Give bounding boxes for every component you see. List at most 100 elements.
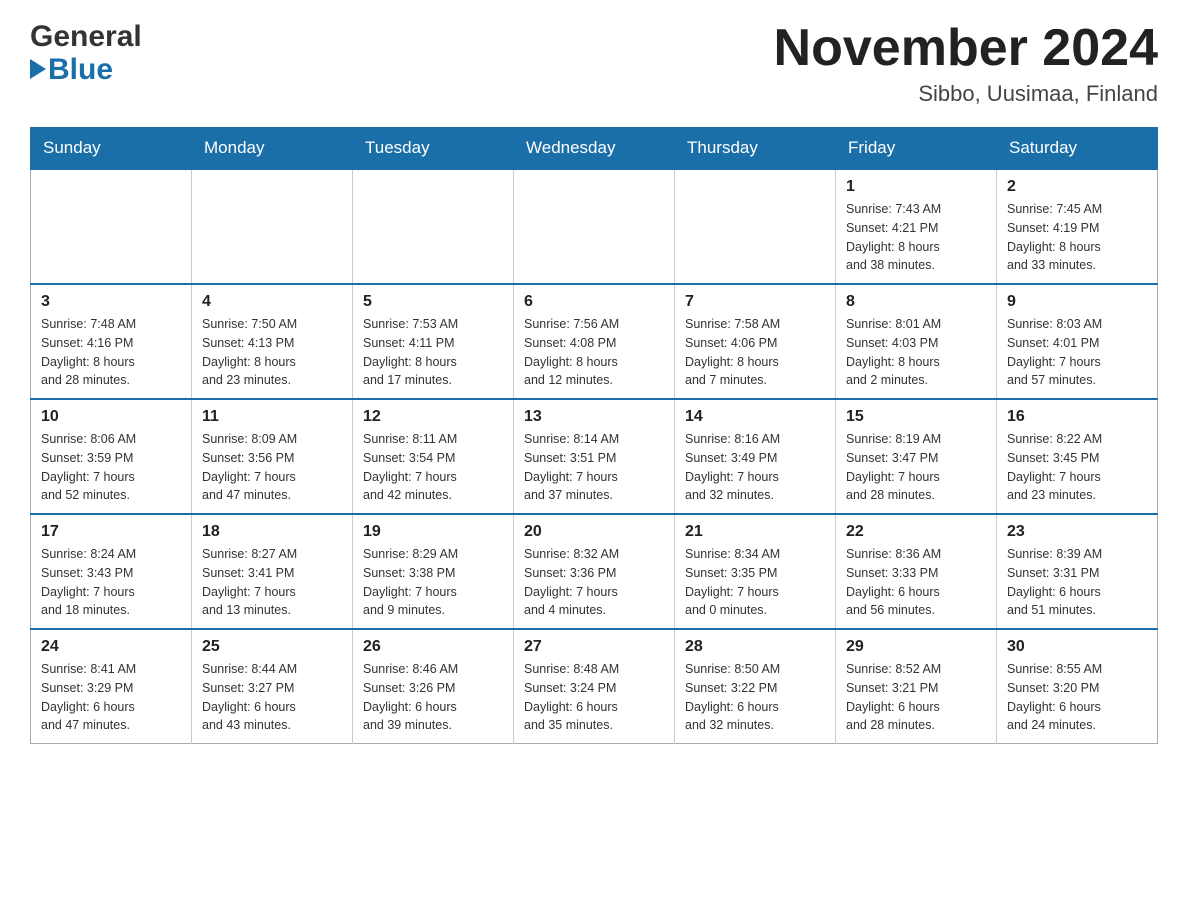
day-info: Sunrise: 7:58 AM Sunset: 4:06 PM Dayligh… bbox=[685, 315, 825, 390]
calendar-cell: 9 Sunrise: 8:03 AM Sunset: 4:01 PM Daylig… bbox=[997, 284, 1158, 399]
day-info: Sunrise: 7:48 AM Sunset: 4:16 PM Dayligh… bbox=[41, 315, 181, 390]
calendar-table: SundayMondayTuesdayWednesdayThursdayFrid… bbox=[30, 127, 1158, 744]
logo: General Blue bbox=[30, 20, 142, 86]
day-number: 21 bbox=[685, 523, 825, 541]
title-area: November 2024 Sibbo, Uusimaa, Finland bbox=[774, 20, 1158, 107]
day-number: 5 bbox=[363, 293, 503, 311]
weekday-header-friday: Friday bbox=[836, 128, 997, 170]
day-number: 28 bbox=[685, 638, 825, 656]
day-info: Sunrise: 8:39 AM Sunset: 3:31 PM Dayligh… bbox=[1007, 545, 1147, 620]
day-number: 9 bbox=[1007, 293, 1147, 311]
weekday-header-saturday: Saturday bbox=[997, 128, 1158, 170]
day-number: 14 bbox=[685, 408, 825, 426]
logo-chevron-icon bbox=[30, 59, 46, 79]
day-info: Sunrise: 7:45 AM Sunset: 4:19 PM Dayligh… bbox=[1007, 200, 1147, 275]
calendar-cell: 30Sunrise: 8:55 AM Sunset: 3:20 PM Dayli… bbox=[997, 629, 1158, 744]
calendar-cell: 16 Sunrise: 8:22 AM Sunset: 3:45 PM Dayli… bbox=[997, 399, 1158, 514]
calendar-cell: 3 Sunrise: 7:48 AM Sunset: 4:16 PM Daylig… bbox=[31, 284, 192, 399]
calendar-cell: 10Sunrise: 8:06 AM Sunset: 3:59 PM Dayli… bbox=[31, 399, 192, 514]
calendar-cell: 17Sunrise: 8:24 AM Sunset: 3:43 PM Dayli… bbox=[31, 514, 192, 629]
calendar-week-row: 10Sunrise: 8:06 AM Sunset: 3:59 PM Dayli… bbox=[31, 399, 1158, 514]
calendar-cell: 26 Sunrise: 8:46 AM Sunset: 3:26 PM Dayli… bbox=[353, 629, 514, 744]
calendar-cell bbox=[353, 169, 514, 284]
calendar-cell: 25 Sunrise: 8:44 AM Sunset: 3:27 PM Dayli… bbox=[192, 629, 353, 744]
day-number: 25 bbox=[202, 638, 342, 656]
logo-blue: Blue bbox=[30, 53, 142, 86]
calendar-cell: 24Sunrise: 8:41 AM Sunset: 3:29 PM Dayli… bbox=[31, 629, 192, 744]
day-info: Sunrise: 8:41 AM Sunset: 3:29 PM Dayligh… bbox=[41, 660, 181, 735]
weekday-header-row: SundayMondayTuesdayWednesdayThursdayFrid… bbox=[31, 128, 1158, 170]
calendar-cell: 14 Sunrise: 8:16 AM Sunset: 3:49 PM Dayli… bbox=[675, 399, 836, 514]
day-info: Sunrise: 8:22 AM Sunset: 3:45 PM Dayligh… bbox=[1007, 430, 1147, 505]
day-info: Sunrise: 8:03 AM Sunset: 4:01 PM Dayligh… bbox=[1007, 315, 1147, 390]
day-number: 16 bbox=[1007, 408, 1147, 426]
day-info: Sunrise: 8:32 AM Sunset: 3:36 PM Dayligh… bbox=[524, 545, 664, 620]
day-number: 26 bbox=[363, 638, 503, 656]
day-info: Sunrise: 8:01 AM Sunset: 4:03 PM Dayligh… bbox=[846, 315, 986, 390]
calendar-week-row: 3 Sunrise: 7:48 AM Sunset: 4:16 PM Daylig… bbox=[31, 284, 1158, 399]
day-info: Sunrise: 8:44 AM Sunset: 3:27 PM Dayligh… bbox=[202, 660, 342, 735]
calendar-week-row: 17Sunrise: 8:24 AM Sunset: 3:43 PM Dayli… bbox=[31, 514, 1158, 629]
calendar-cell: 19Sunrise: 8:29 AM Sunset: 3:38 PM Dayli… bbox=[353, 514, 514, 629]
day-number: 6 bbox=[524, 293, 664, 311]
day-number: 29 bbox=[846, 638, 986, 656]
day-number: 8 bbox=[846, 293, 986, 311]
calendar-cell: 4 Sunrise: 7:50 AM Sunset: 4:13 PM Daylig… bbox=[192, 284, 353, 399]
day-number: 1 bbox=[846, 178, 986, 196]
day-number: 2 bbox=[1007, 178, 1147, 196]
calendar-cell bbox=[514, 169, 675, 284]
calendar-cell: 1 Sunrise: 7:43 AM Sunset: 4:21 PM Daylig… bbox=[836, 169, 997, 284]
calendar-cell: 20 Sunrise: 8:32 AM Sunset: 3:36 PM Dayli… bbox=[514, 514, 675, 629]
page-header: General Blue November 2024 Sibbo, Uusima… bbox=[30, 20, 1158, 107]
day-number: 18 bbox=[202, 523, 342, 541]
calendar-cell: 15Sunrise: 8:19 AM Sunset: 3:47 PM Dayli… bbox=[836, 399, 997, 514]
day-number: 23 bbox=[1007, 523, 1147, 541]
day-info: Sunrise: 8:52 AM Sunset: 3:21 PM Dayligh… bbox=[846, 660, 986, 735]
weekday-header-tuesday: Tuesday bbox=[353, 128, 514, 170]
day-info: Sunrise: 8:50 AM Sunset: 3:22 PM Dayligh… bbox=[685, 660, 825, 735]
calendar-cell: 5Sunrise: 7:53 AM Sunset: 4:11 PM Daylig… bbox=[353, 284, 514, 399]
day-info: Sunrise: 8:19 AM Sunset: 3:47 PM Dayligh… bbox=[846, 430, 986, 505]
calendar-cell: 28 Sunrise: 8:50 AM Sunset: 3:22 PM Dayli… bbox=[675, 629, 836, 744]
day-number: 4 bbox=[202, 293, 342, 311]
day-info: Sunrise: 8:16 AM Sunset: 3:49 PM Dayligh… bbox=[685, 430, 825, 505]
day-number: 11 bbox=[202, 408, 342, 426]
calendar-cell bbox=[675, 169, 836, 284]
day-info: Sunrise: 8:34 AM Sunset: 3:35 PM Dayligh… bbox=[685, 545, 825, 620]
day-number: 20 bbox=[524, 523, 664, 541]
day-number: 3 bbox=[41, 293, 181, 311]
day-number: 12 bbox=[363, 408, 503, 426]
weekday-header-sunday: Sunday bbox=[31, 128, 192, 170]
month-title: November 2024 bbox=[774, 20, 1158, 77]
calendar-cell: 7Sunrise: 7:58 AM Sunset: 4:06 PM Daylig… bbox=[675, 284, 836, 399]
calendar-cell: 13Sunrise: 8:14 AM Sunset: 3:51 PM Dayli… bbox=[514, 399, 675, 514]
calendar-cell: 12 Sunrise: 8:11 AM Sunset: 3:54 PM Dayli… bbox=[353, 399, 514, 514]
calendar-cell: 2 Sunrise: 7:45 AM Sunset: 4:19 PM Daylig… bbox=[997, 169, 1158, 284]
calendar-cell: 11 Sunrise: 8:09 AM Sunset: 3:56 PM Dayli… bbox=[192, 399, 353, 514]
day-number: 17 bbox=[41, 523, 181, 541]
calendar-cell: 18Sunrise: 8:27 AM Sunset: 3:41 PM Dayli… bbox=[192, 514, 353, 629]
day-number: 27 bbox=[524, 638, 664, 656]
day-info: Sunrise: 8:09 AM Sunset: 3:56 PM Dayligh… bbox=[202, 430, 342, 505]
day-info: Sunrise: 7:43 AM Sunset: 4:21 PM Dayligh… bbox=[846, 200, 986, 275]
weekday-header-monday: Monday bbox=[192, 128, 353, 170]
calendar-cell: 23 Sunrise: 8:39 AM Sunset: 3:31 PM Dayli… bbox=[997, 514, 1158, 629]
calendar-cell: 21 Sunrise: 8:34 AM Sunset: 3:35 PM Dayli… bbox=[675, 514, 836, 629]
day-info: Sunrise: 8:36 AM Sunset: 3:33 PM Dayligh… bbox=[846, 545, 986, 620]
weekday-header-thursday: Thursday bbox=[675, 128, 836, 170]
day-info: Sunrise: 8:48 AM Sunset: 3:24 PM Dayligh… bbox=[524, 660, 664, 735]
day-info: Sunrise: 8:46 AM Sunset: 3:26 PM Dayligh… bbox=[363, 660, 503, 735]
day-info: Sunrise: 8:11 AM Sunset: 3:54 PM Dayligh… bbox=[363, 430, 503, 505]
day-info: Sunrise: 7:50 AM Sunset: 4:13 PM Dayligh… bbox=[202, 315, 342, 390]
calendar-cell bbox=[192, 169, 353, 284]
calendar-body: 1 Sunrise: 7:43 AM Sunset: 4:21 PM Daylig… bbox=[31, 169, 1158, 744]
day-info: Sunrise: 8:14 AM Sunset: 3:51 PM Dayligh… bbox=[524, 430, 664, 505]
day-number: 30 bbox=[1007, 638, 1147, 656]
calendar-cell: 29 Sunrise: 8:52 AM Sunset: 3:21 PM Dayli… bbox=[836, 629, 997, 744]
calendar-week-row: 24Sunrise: 8:41 AM Sunset: 3:29 PM Dayli… bbox=[31, 629, 1158, 744]
calendar-week-row: 1 Sunrise: 7:43 AM Sunset: 4:21 PM Daylig… bbox=[31, 169, 1158, 284]
calendar-header: SundayMondayTuesdayWednesdayThursdayFrid… bbox=[31, 128, 1158, 170]
weekday-header-wednesday: Wednesday bbox=[514, 128, 675, 170]
logo-general: General bbox=[30, 20, 142, 53]
location-title: Sibbo, Uusimaa, Finland bbox=[774, 81, 1158, 107]
